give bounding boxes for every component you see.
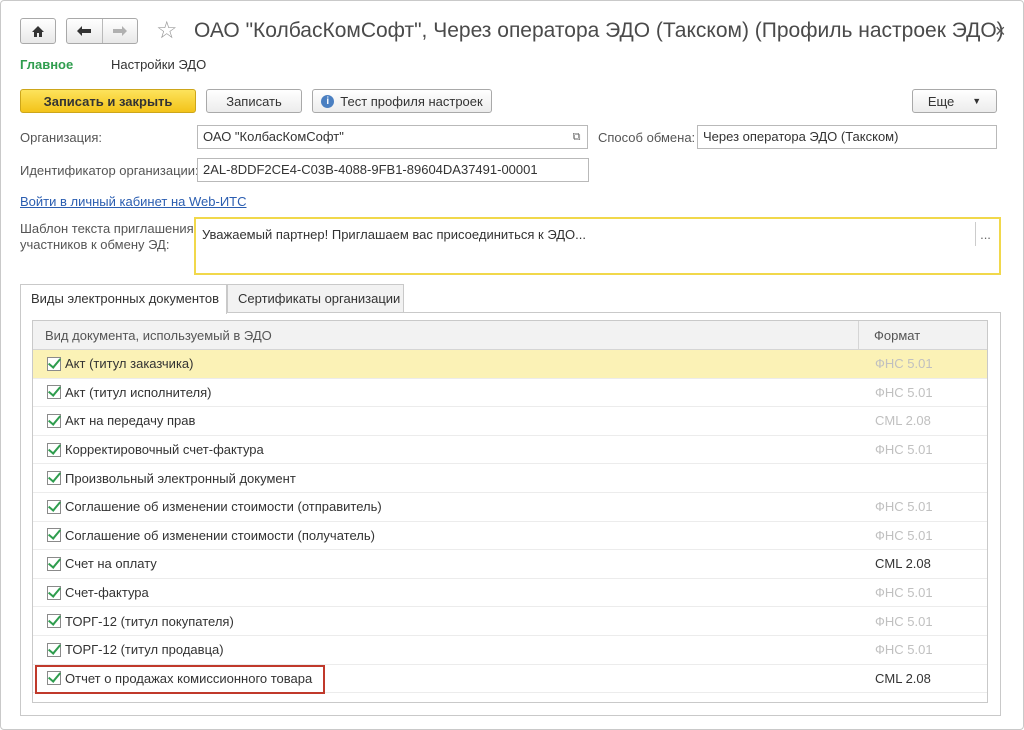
row-checkbox[interactable] <box>47 356 61 371</box>
doc-type-cell: ТОРГ-12 (титул покупателя) <box>33 607 859 635</box>
col-header-format[interactable]: Формат <box>859 321 935 349</box>
format-cell: CML 2.08 <box>875 413 931 429</box>
table-row[interactable]: Акт (титул заказчика) ФНС 5.01 <box>33 350 987 379</box>
page-title: ОАО "КолбасКомСофт", Через оператора ЭДО… <box>194 19 1004 42</box>
format-cell: ФНС 5.01 <box>875 442 933 458</box>
doc-type-cell: Соглашение об изменении стоимости (отпра… <box>33 493 859 521</box>
template-label-line2: участников к обмену ЭД: <box>20 237 170 252</box>
doc-type-cell: Соглашение об изменении стоимости (получ… <box>33 522 859 550</box>
template-field[interactable]: Уважаемый партнер! Приглашаем вас присое… <box>194 217 1001 275</box>
more-label: Еще <box>927 93 955 109</box>
table-row[interactable]: Соглашение об изменении стоимости (получ… <box>33 522 987 551</box>
table-row[interactable]: ТОРГ-12 (титул покупателя) ФНС 5.01 <box>33 607 987 636</box>
template-edit-button[interactable]: ... <box>975 222 995 246</box>
table-header: Вид документа, используемый в ЭДО Формат <box>33 321 987 350</box>
format-cell: ФНС 5.01 <box>875 642 933 658</box>
table-row[interactable]: Корректировочный счет-фактура ФНС 5.01 <box>33 436 987 465</box>
doc-type-name: Корректировочный счет-фактура <box>65 442 264 458</box>
table-row[interactable]: Отчет о продажах комиссионного товара CML… <box>33 665 987 694</box>
doc-type-cell: Счет-фактура <box>33 579 859 607</box>
doc-type-name: Произвольный электронный документ <box>65 470 296 486</box>
tab-main[interactable]: Главное <box>20 57 73 72</box>
row-checkbox[interactable] <box>47 385 61 400</box>
doc-type-name: Акт (титул заказчика) <box>65 356 194 372</box>
format-cell: ФНС 5.01 <box>875 613 933 629</box>
exchange-label: Способ обмена: <box>598 130 696 145</box>
save-button[interactable]: Записать <box>206 89 302 113</box>
doc-type-cell: Акт (титул исполнителя) <box>33 379 859 407</box>
row-checkbox[interactable] <box>47 614 61 629</box>
test-profile-label: Тест профиля настроек <box>340 93 483 109</box>
exchange-field[interactable]: Через оператора ЭДО (Такском) <box>697 125 997 149</box>
row-checkbox[interactable] <box>47 471 61 486</box>
tab-document-types[interactable]: Виды электронных документов <box>20 284 227 314</box>
doc-type-name: Соглашение об изменении стоимости (отпра… <box>65 499 382 515</box>
tab-edo-settings[interactable]: Настройки ЭДО <box>111 57 206 72</box>
format-cell: ФНС 5.01 <box>875 585 933 601</box>
table-row[interactable]: Акт на передачу прав CML 2.08 <box>33 407 987 436</box>
home-button[interactable] <box>20 18 56 44</box>
doc-type-name: ТОРГ-12 (титул продавца) <box>65 642 224 658</box>
doc-type-name: Акт на передачу прав <box>65 413 196 429</box>
row-checkbox[interactable] <box>47 556 61 571</box>
org-label: Организация: <box>20 130 103 145</box>
test-profile-button[interactable]: i Тест профиля настроек <box>312 89 492 113</box>
format-cell: ФНС 5.01 <box>875 499 933 515</box>
forward-button[interactable] <box>102 19 137 43</box>
arrow-right-icon <box>112 26 127 36</box>
col-header-doc[interactable]: Вид документа, используемый в ЭДО <box>33 321 859 349</box>
info-icon: i <box>321 94 335 108</box>
row-checkbox[interactable] <box>47 585 61 600</box>
webits-link[interactable]: Войти в личный кабинет на Web-ИТС <box>20 194 247 209</box>
arrow-left-icon <box>77 26 92 36</box>
template-text: Уважаемый партнер! Приглашаем вас присое… <box>202 227 586 242</box>
format-cell: CML 2.08 <box>875 556 931 572</box>
row-checkbox[interactable] <box>47 528 61 543</box>
back-button[interactable] <box>67 19 102 43</box>
more-button[interactable]: Еще ▼ <box>912 89 997 113</box>
table-row[interactable]: Счет на оплату CML 2.08 <box>33 550 987 579</box>
doc-type-name: ТОРГ-12 (титул покупателя) <box>65 613 234 629</box>
doc-type-name: Счет-фактура <box>65 585 149 601</box>
chevron-down-icon: ▼ <box>972 96 982 106</box>
doc-type-cell: Корректировочный счет-фактура <box>33 436 859 464</box>
doc-type-cell: Акт на передачу прав <box>33 407 859 435</box>
doc-type-name: Отчет о продажах комиссионного товара <box>65 670 313 686</box>
org-id-field[interactable]: 2AL-8DDF2CE4-C03B-4088-9FB1-89604DA37491… <box>197 158 589 182</box>
row-checkbox[interactable] <box>47 671 61 686</box>
close-icon[interactable]: × <box>995 21 1006 42</box>
org-id-label: Идентификатор организации: <box>20 163 199 178</box>
org-field[interactable]: ОАО "КолбасКомСофт" <box>197 125 567 149</box>
table-row[interactable]: Соглашение об изменении стоимости (отпра… <box>33 493 987 522</box>
format-cell: ФНС 5.01 <box>875 356 933 372</box>
table-row[interactable]: Произвольный электронный документ <box>33 464 987 493</box>
doc-type-cell: Акт (титул заказчика) <box>33 350 859 378</box>
home-icon <box>32 25 44 37</box>
format-cell: ФНС 5.01 <box>875 384 933 400</box>
save-close-button[interactable]: Записать и закрыть <box>20 89 196 113</box>
doc-type-name: Счет на оплату <box>65 556 157 572</box>
doc-type-cell: Счет на оплату <box>33 550 859 578</box>
doc-type-cell: ТОРГ-12 (титул продавца) <box>33 636 859 664</box>
row-checkbox[interactable] <box>47 413 61 428</box>
open-icon[interactable]: ⧉ <box>566 125 588 149</box>
doc-type-cell: Произвольный электронный документ <box>33 464 859 492</box>
row-checkbox[interactable] <box>47 499 61 514</box>
table-row[interactable]: Счет-фактура ФНС 5.01 <box>33 579 987 608</box>
table-body: Акт (титул заказчика) ФНС 5.01 Акт (титул … <box>33 350 987 694</box>
table-row[interactable]: Акт (титул исполнителя) ФНС 5.01 <box>33 379 987 408</box>
documents-table: Вид документа, используемый в ЭДО Формат… <box>32 320 988 703</box>
doc-type-name: Соглашение об изменении стоимости (получ… <box>65 527 375 543</box>
table-row[interactable]: ТОРГ-12 (титул продавца) ФНС 5.01 <box>33 636 987 665</box>
tab-certificates[interactable]: Сертификаты организации <box>227 284 404 313</box>
row-checkbox[interactable] <box>47 642 61 657</box>
back-forward-group <box>66 18 138 44</box>
template-label-line1: Шаблон текста приглашения <box>20 221 194 236</box>
row-checkbox[interactable] <box>47 442 61 457</box>
star-icon[interactable]: ☆ <box>156 17 178 45</box>
format-cell: CML 2.08 <box>875 670 931 686</box>
format-cell: ФНС 5.01 <box>875 527 933 543</box>
doc-type-name: Акт (титул исполнителя) <box>65 384 212 400</box>
doc-type-cell: Отчет о продажах комиссионного товара <box>33 665 859 693</box>
